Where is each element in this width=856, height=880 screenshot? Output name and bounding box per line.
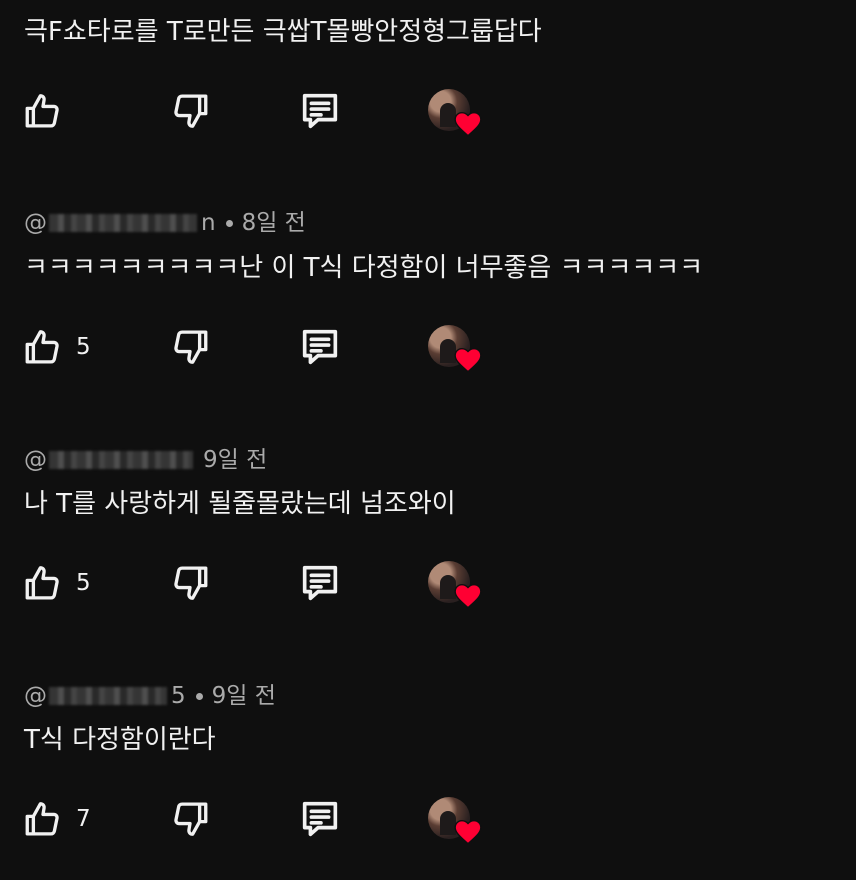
- thumbs-up-icon: [25, 94, 59, 128]
- author-redacted: [49, 451, 193, 469]
- comment-actions: [0, 88, 856, 138]
- comment-text: ㅋㅋㅋㅋㅋㅋㅋㅋㅋ난 이 T식 다정함이 너무좋음 ㅋㅋㅋㅋㅋㅋ: [24, 253, 704, 283]
- author-redacted: [49, 214, 197, 232]
- separator-dot: [195, 692, 203, 700]
- creator-heart: [428, 561, 482, 609]
- comment-meta: @ n 8일 전: [24, 208, 306, 238]
- like-button[interactable]: [20, 88, 66, 134]
- comment-text: 극F쇼타로를 T로만든 극쌉T몰빵안정형그룹답다: [24, 17, 542, 47]
- like-button[interactable]: [20, 796, 66, 842]
- author-tail: n: [201, 210, 216, 236]
- comment-time[interactable]: 9일 전: [203, 445, 267, 475]
- thumbs-up-icon: [25, 330, 59, 364]
- thumbs-down-icon: [174, 566, 208, 600]
- dislike-button[interactable]: [167, 560, 213, 606]
- author-redacted: [49, 687, 167, 705]
- like-count: 5: [76, 334, 91, 360]
- comment-author[interactable]: @: [24, 445, 47, 475]
- reply-button[interactable]: [297, 324, 343, 370]
- dislike-button[interactable]: [167, 88, 213, 134]
- comment-author[interactable]: @: [24, 681, 47, 711]
- thumbs-down-icon: [174, 330, 208, 364]
- comment-meta: @ 5 9일 전: [24, 681, 276, 711]
- creator-heart: [428, 797, 482, 845]
- comment-icon: [302, 801, 338, 837]
- comment-time[interactable]: 8일 전: [242, 208, 306, 238]
- thumbs-up-icon: [25, 802, 59, 836]
- comment-actions: 5: [0, 560, 856, 610]
- like-count: 7: [76, 806, 91, 832]
- comments-list: 극F쇼타로를 T로만든 극쌉T몰빵안정형그룹답다 @ n 8일 전 ㅋㅋㅋㅋㅋㅋ…: [0, 0, 856, 880]
- comment-text: T식 다정함이란다: [24, 725, 216, 755]
- thumbs-down-icon: [174, 802, 208, 836]
- creator-heart: [428, 89, 482, 137]
- heart-icon: [454, 583, 482, 609]
- thumbs-down-icon: [174, 94, 208, 128]
- thumbs-up-icon: [25, 566, 59, 600]
- heart-icon: [454, 347, 482, 373]
- comment-meta: @ 9일 전: [24, 445, 267, 475]
- comment-icon: [302, 329, 338, 365]
- creator-heart: [428, 325, 482, 373]
- like-button[interactable]: [20, 324, 66, 370]
- comment-time[interactable]: 9일 전: [212, 681, 276, 711]
- reply-button[interactable]: [297, 88, 343, 134]
- comment-author[interactable]: @: [24, 208, 47, 238]
- reply-button[interactable]: [297, 796, 343, 842]
- heart-icon: [454, 111, 482, 137]
- dislike-button[interactable]: [167, 324, 213, 370]
- comment-icon: [302, 93, 338, 129]
- comment-icon: [302, 565, 338, 601]
- separator-dot: [225, 219, 233, 227]
- comment-actions: 5: [0, 324, 856, 374]
- like-button[interactable]: [20, 560, 66, 606]
- reply-button[interactable]: [297, 560, 343, 606]
- heart-icon: [454, 819, 482, 845]
- dislike-button[interactable]: [167, 796, 213, 842]
- like-count: 5: [76, 570, 91, 596]
- comment-text: 나 T를 사랑하게 될줄몰랐는데 넘조와이: [24, 489, 456, 519]
- comment-actions: 7: [0, 796, 856, 846]
- author-tail: 5: [171, 683, 186, 709]
